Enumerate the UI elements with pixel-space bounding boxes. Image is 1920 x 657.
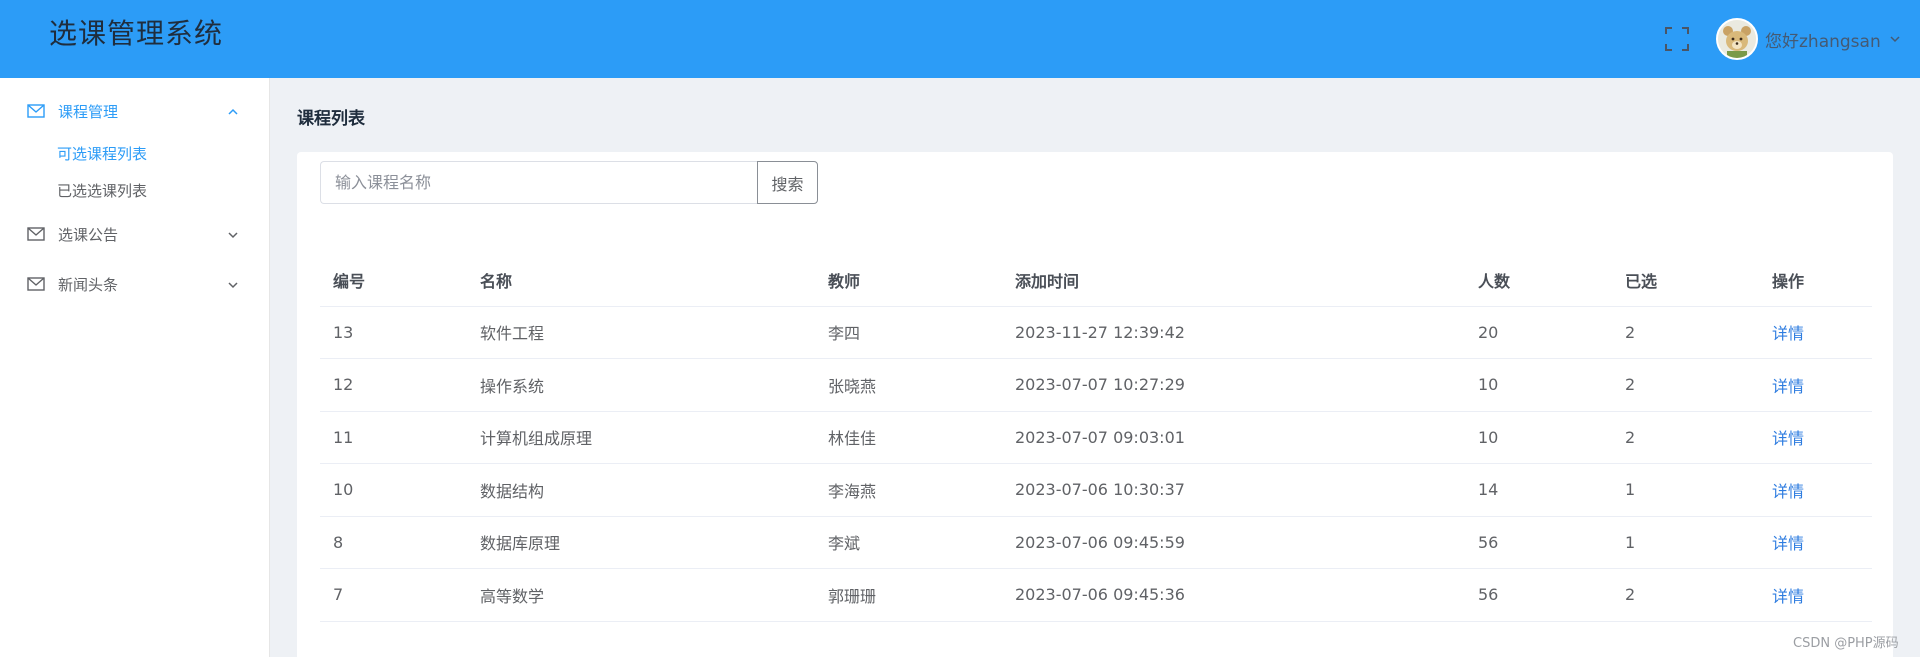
avatar	[1716, 18, 1758, 60]
column-header-name: 名称	[467, 254, 815, 307]
cell-teacher: 林佳佳	[815, 411, 1002, 464]
cell-added-time: 2023-07-07 10:27:29	[1002, 358, 1465, 412]
cell-action: 详情	[1759, 516, 1872, 569]
details-link[interactable]: 详情	[1772, 587, 1804, 606]
cell-action: 详情	[1759, 463, 1872, 517]
cell-teacher: 李海燕	[815, 463, 1002, 517]
cell-capacity: 10	[1465, 411, 1612, 464]
chevron-down-icon	[1890, 36, 1900, 43]
cell-capacity: 56	[1465, 568, 1612, 622]
cell-name: 软件工程	[467, 306, 815, 359]
sidebar: 课程管理 可选课程列表 已选选课列表 选课公告 新闻头条	[0, 78, 270, 657]
menu-label: 课程管理	[58, 103, 119, 121]
cell-selected: 1	[1612, 463, 1759, 517]
column-header-added-time: 添加时间	[1002, 254, 1465, 307]
cell-capacity: 20	[1465, 306, 1612, 359]
chevron-up-icon	[228, 108, 238, 115]
cell-teacher: 李斌	[815, 516, 1002, 569]
cell-action: 详情	[1759, 411, 1872, 464]
column-header-selected: 已选	[1612, 254, 1759, 307]
column-header-capacity: 人数	[1465, 254, 1612, 307]
cell-selected: 2	[1612, 358, 1759, 412]
details-link[interactable]: 详情	[1772, 482, 1804, 501]
top-header: 选课管理系统 您好zhangsan	[0, 0, 1920, 78]
menu-label: 选课公告	[58, 226, 119, 244]
cell-selected: 2	[1612, 568, 1759, 622]
search-button[interactable]: 搜索	[757, 161, 818, 204]
menu-news-headlines[interactable]: 新闻头条	[0, 267, 270, 303]
course-table: 编号 名称 教师 添加时间 人数 已选 操作 13 软件工程 李四 2023-1…	[320, 254, 1872, 622]
chevron-down-icon	[228, 282, 238, 289]
cell-action: 详情	[1759, 568, 1872, 622]
cell-added-time: 2023-07-06 10:30:37	[1002, 463, 1465, 517]
cell-teacher: 张晓燕	[815, 358, 1002, 412]
table-row: 7 高等数学 郭珊珊 2023-07-06 09:45:36 56 2 详情	[320, 568, 1872, 622]
details-link[interactable]: 详情	[1772, 377, 1804, 396]
table-header-row: 编号 名称 教师 添加时间 人数 已选 操作	[320, 254, 1872, 307]
cell-added-time: 2023-11-27 12:39:42	[1002, 306, 1465, 359]
cell-action: 详情	[1759, 306, 1872, 359]
column-header-teacher: 教师	[815, 254, 1002, 307]
table-row: 13 软件工程 李四 2023-11-27 12:39:42 20 2 详情	[320, 306, 1872, 359]
menu-course-announcements[interactable]: 选课公告	[0, 217, 270, 253]
cell-name: 数据结构	[467, 463, 815, 517]
submenu-available-courses[interactable]: 可选课程列表	[57, 144, 147, 164]
cell-selected: 1	[1612, 516, 1759, 569]
course-list-card: 搜索 编号 名称 教师 添加时间 人数 已选 操作 13 软件工程 李四 202…	[297, 152, 1893, 657]
bear-avatar-icon	[1718, 20, 1756, 58]
table-row: 10 数据结构 李海燕 2023-07-06 10:30:37 14 1 详情	[320, 463, 1872, 517]
table-row: 12 操作系统 张晓燕 2023-07-07 10:27:29 10 2 详情	[320, 358, 1872, 412]
cell-selected: 2	[1612, 306, 1759, 359]
details-link[interactable]: 详情	[1772, 534, 1804, 553]
cell-id: 7	[320, 568, 467, 622]
watermark: CSDN @PHP源码	[1793, 636, 1899, 651]
details-link[interactable]: 详情	[1772, 429, 1804, 448]
cell-added-time: 2023-07-07 09:03:01	[1002, 411, 1465, 464]
cell-name: 高等数学	[467, 568, 815, 622]
cell-id: 11	[320, 411, 467, 464]
fullscreen-icon[interactable]	[1664, 26, 1690, 52]
cell-teacher: 李四	[815, 306, 1002, 359]
submenu-selected-courses[interactable]: 已选选课列表	[57, 181, 147, 201]
cell-selected: 2	[1612, 411, 1759, 464]
app-title: 选课管理系统	[49, 17, 224, 50]
envelope-icon	[27, 277, 45, 291]
cell-capacity: 56	[1465, 516, 1612, 569]
cell-name: 数据库原理	[467, 516, 815, 569]
cell-added-time: 2023-07-06 09:45:36	[1002, 568, 1465, 622]
cell-name: 操作系统	[467, 358, 815, 412]
page-title: 课程列表	[297, 109, 365, 129]
envelope-icon	[27, 104, 45, 118]
column-header-id: 编号	[320, 254, 467, 307]
user-menu[interactable]: 您好zhangsan	[1716, 18, 1901, 60]
cell-action: 详情	[1759, 358, 1872, 412]
cell-id: 12	[320, 358, 467, 412]
cell-capacity: 14	[1465, 463, 1612, 517]
cell-capacity: 10	[1465, 358, 1612, 412]
cell-id: 10	[320, 463, 467, 517]
chevron-down-icon	[228, 232, 238, 239]
cell-added-time: 2023-07-06 09:45:59	[1002, 516, 1465, 569]
course-search-input[interactable]	[320, 161, 758, 204]
table-row: 8 数据库原理 李斌 2023-07-06 09:45:59 56 1 详情	[320, 516, 1872, 569]
cell-name: 计算机组成原理	[467, 411, 815, 464]
cell-teacher: 郭珊珊	[815, 568, 1002, 622]
menu-course-management[interactable]: 课程管理	[0, 94, 270, 130]
menu-label: 新闻头条	[58, 276, 119, 294]
details-link[interactable]: 详情	[1772, 324, 1804, 343]
user-greeting: 您好zhangsan	[1765, 31, 1881, 52]
cell-id: 13	[320, 306, 467, 359]
column-header-action: 操作	[1759, 254, 1872, 307]
table-row: 11 计算机组成原理 林佳佳 2023-07-07 09:03:01 10 2 …	[320, 411, 1872, 464]
envelope-icon	[27, 227, 45, 241]
cell-id: 8	[320, 516, 467, 569]
